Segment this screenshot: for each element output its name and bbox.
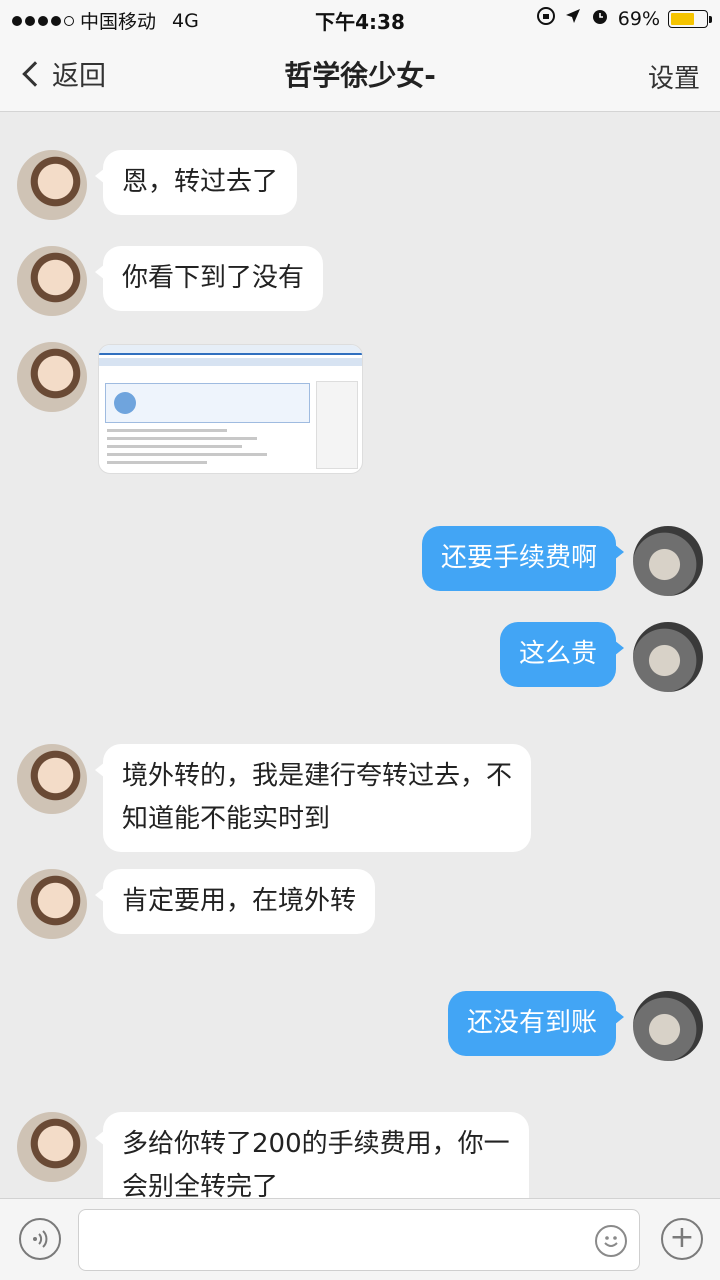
input-bar: + [0, 1198, 720, 1280]
status-right: 69% [536, 6, 712, 31]
my-avatar[interactable] [633, 526, 703, 596]
message-line: 多给你转了200的手续费用，你一 [122, 1129, 510, 1159]
alarm-icon [590, 6, 610, 31]
contact-avatar[interactable] [17, 744, 87, 814]
message-bubble[interactable]: 恩，转过去了 [94, 150, 298, 215]
status-bar: 中国移动 4G 下午4:38 69% [0, 0, 720, 36]
message-bubble[interactable]: 境外转的，我是建行夸转过去，不 知道能不能实时到 [94, 744, 532, 852]
chat-title: 哲学徐少女- [284, 59, 436, 92]
contact-avatar[interactable] [17, 150, 87, 220]
emoji-icon[interactable] [595, 1225, 627, 1257]
message-bubble[interactable]: 还没有到账 [447, 991, 625, 1056]
plus-icon[interactable]: + [661, 1218, 703, 1260]
battery-icon [668, 9, 712, 28]
contact-avatar[interactable] [17, 1112, 87, 1182]
message-line: 境外转的，我是建行夸转过去，不 [122, 761, 513, 791]
message-line: 会别全转完了 [122, 1172, 279, 1198]
voice-icon[interactable] [19, 1218, 61, 1260]
message-list[interactable]: 恩，转过去了 你看下到了没有 还要手续费啊 这么贵 境外转的，我是建行夸转过去，… [0, 113, 720, 1198]
location-arrow-icon [564, 7, 582, 30]
nav-bar: 返回 哲学徐少女- 设置 [0, 36, 720, 112]
contact-avatar[interactable] [17, 246, 87, 316]
battery-percent: 69% [617, 7, 660, 30]
contact-avatar[interactable] [17, 869, 87, 939]
contact-avatar[interactable] [17, 342, 87, 412]
message-bubble[interactable]: 这么贵 [499, 622, 625, 687]
message-bubble[interactable]: 肯定要用，在境外转 [94, 869, 376, 934]
message-input[interactable] [78, 1209, 640, 1271]
settings-button[interactable]: 设置 [648, 58, 700, 95]
orientation-lock-icon [536, 6, 556, 31]
my-avatar[interactable] [633, 991, 703, 1061]
message-line: 知道能不能实时到 [122, 804, 331, 834]
message-bubble[interactable]: 多给你转了200的手续费用，你一 会别全转完了 [95, 1112, 529, 1198]
bank-transfer-screenshot-image[interactable] [98, 344, 363, 474]
message-bubble[interactable]: 你看下到了没有 [94, 246, 324, 311]
my-avatar[interactable] [633, 622, 703, 692]
message-bubble[interactable]: 还要手续费啊 [421, 526, 625, 591]
